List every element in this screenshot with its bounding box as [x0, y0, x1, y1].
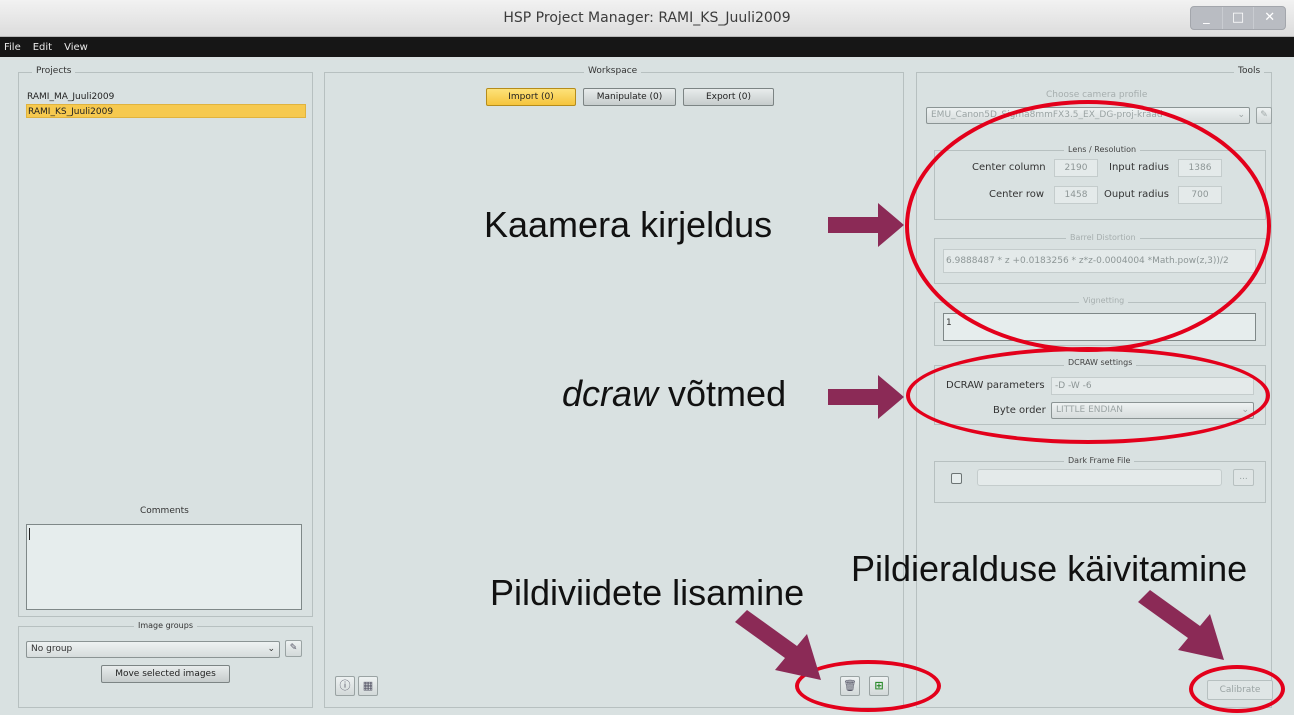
maximize-button[interactable]: □: [1223, 7, 1255, 29]
text-caret: [29, 528, 30, 540]
window-controls: _ □ ✕: [1190, 6, 1286, 30]
annotation-adding-image-refs: Pildiviidete lisamine: [490, 572, 805, 613]
workspace-title: Workspace: [584, 66, 642, 76]
projects-title: Projects: [32, 66, 76, 76]
info-icon[interactable]: ⓘ: [335, 676, 355, 696]
highlight-ellipse-calibrate: [1189, 665, 1285, 713]
tab-import[interactable]: Import (0): [486, 88, 576, 106]
edit-group-button[interactable]: ✎: [285, 640, 302, 657]
comments-textarea[interactable]: [26, 524, 302, 610]
annotation-dcraw-keys: dcraw võtmed: [562, 373, 786, 415]
image-groups-title: Image groups: [134, 621, 197, 630]
tab-manipulate[interactable]: Manipulate (0): [583, 88, 676, 106]
window-title: HSP Project Manager: RAMI_KS_Juuli2009: [503, 10, 791, 26]
project-item-selected[interactable]: RAMI_KS_Juuli2009: [26, 104, 306, 118]
tab-export[interactable]: Export (0): [683, 88, 774, 106]
highlight-ellipse-camera: [905, 100, 1271, 352]
menu-view[interactable]: View: [64, 42, 88, 53]
annotation-camera-description: Kaamera kirjeldus: [484, 204, 773, 245]
dark-frame-checkbox[interactable]: [951, 473, 962, 484]
annotation-dcraw-rest: võtmed: [658, 373, 787, 414]
edit-profile-button[interactable]: ✎: [1256, 107, 1272, 124]
move-selected-images-button[interactable]: Move selected images: [101, 665, 230, 683]
menu-file[interactable]: File: [4, 42, 21, 53]
dark-frame-browse-button[interactable]: ...: [1233, 469, 1254, 486]
arrow-dcraw-icon: [828, 375, 904, 419]
menubar: File Edit View: [0, 37, 1294, 57]
close-button[interactable]: ✕: [1254, 7, 1285, 29]
camera-profile-label: Choose camera profile: [1046, 90, 1148, 100]
arrow-dcraw-shape: [828, 375, 904, 419]
project-item[interactable]: RAMI_MA_Juuli2009: [26, 90, 306, 104]
minimize-button[interactable]: _: [1191, 7, 1223, 29]
group-select[interactable]: No group ⌄: [26, 641, 280, 658]
arrow-add-images-shape: [735, 610, 821, 680]
annotation-start-separation: Pildieralduse käivitamine: [851, 548, 1248, 589]
annotation-dcraw-italic: dcraw: [562, 373, 659, 414]
window-titlebar: HSP Project Manager: RAMI_KS_Juuli2009 _…: [0, 0, 1294, 37]
arrow-camera-shape: [828, 203, 904, 247]
project-list: RAMI_MA_Juuli2009 RAMI_KS_Juuli2009: [26, 90, 306, 118]
comments-label: Comments: [140, 506, 189, 516]
arrow-add-images-icon: [735, 610, 821, 680]
group-select-value: No group: [31, 644, 73, 654]
grid-view-icon[interactable]: ▦: [358, 676, 378, 696]
tools-title: Tools: [1234, 66, 1265, 76]
menu-edit[interactable]: Edit: [33, 42, 52, 53]
arrow-calibrate-icon: [1138, 590, 1224, 660]
dark-frame-title: Dark Frame File: [1064, 456, 1135, 465]
arrow-camera-icon: [828, 203, 904, 247]
chevron-down-icon: ⌄: [1237, 110, 1245, 120]
highlight-ellipse-dcraw: [906, 347, 1270, 444]
dark-frame-path-field[interactable]: [977, 469, 1222, 486]
chevron-down-icon: ⌄: [267, 644, 275, 654]
arrow-calibrate-shape: [1138, 590, 1224, 660]
